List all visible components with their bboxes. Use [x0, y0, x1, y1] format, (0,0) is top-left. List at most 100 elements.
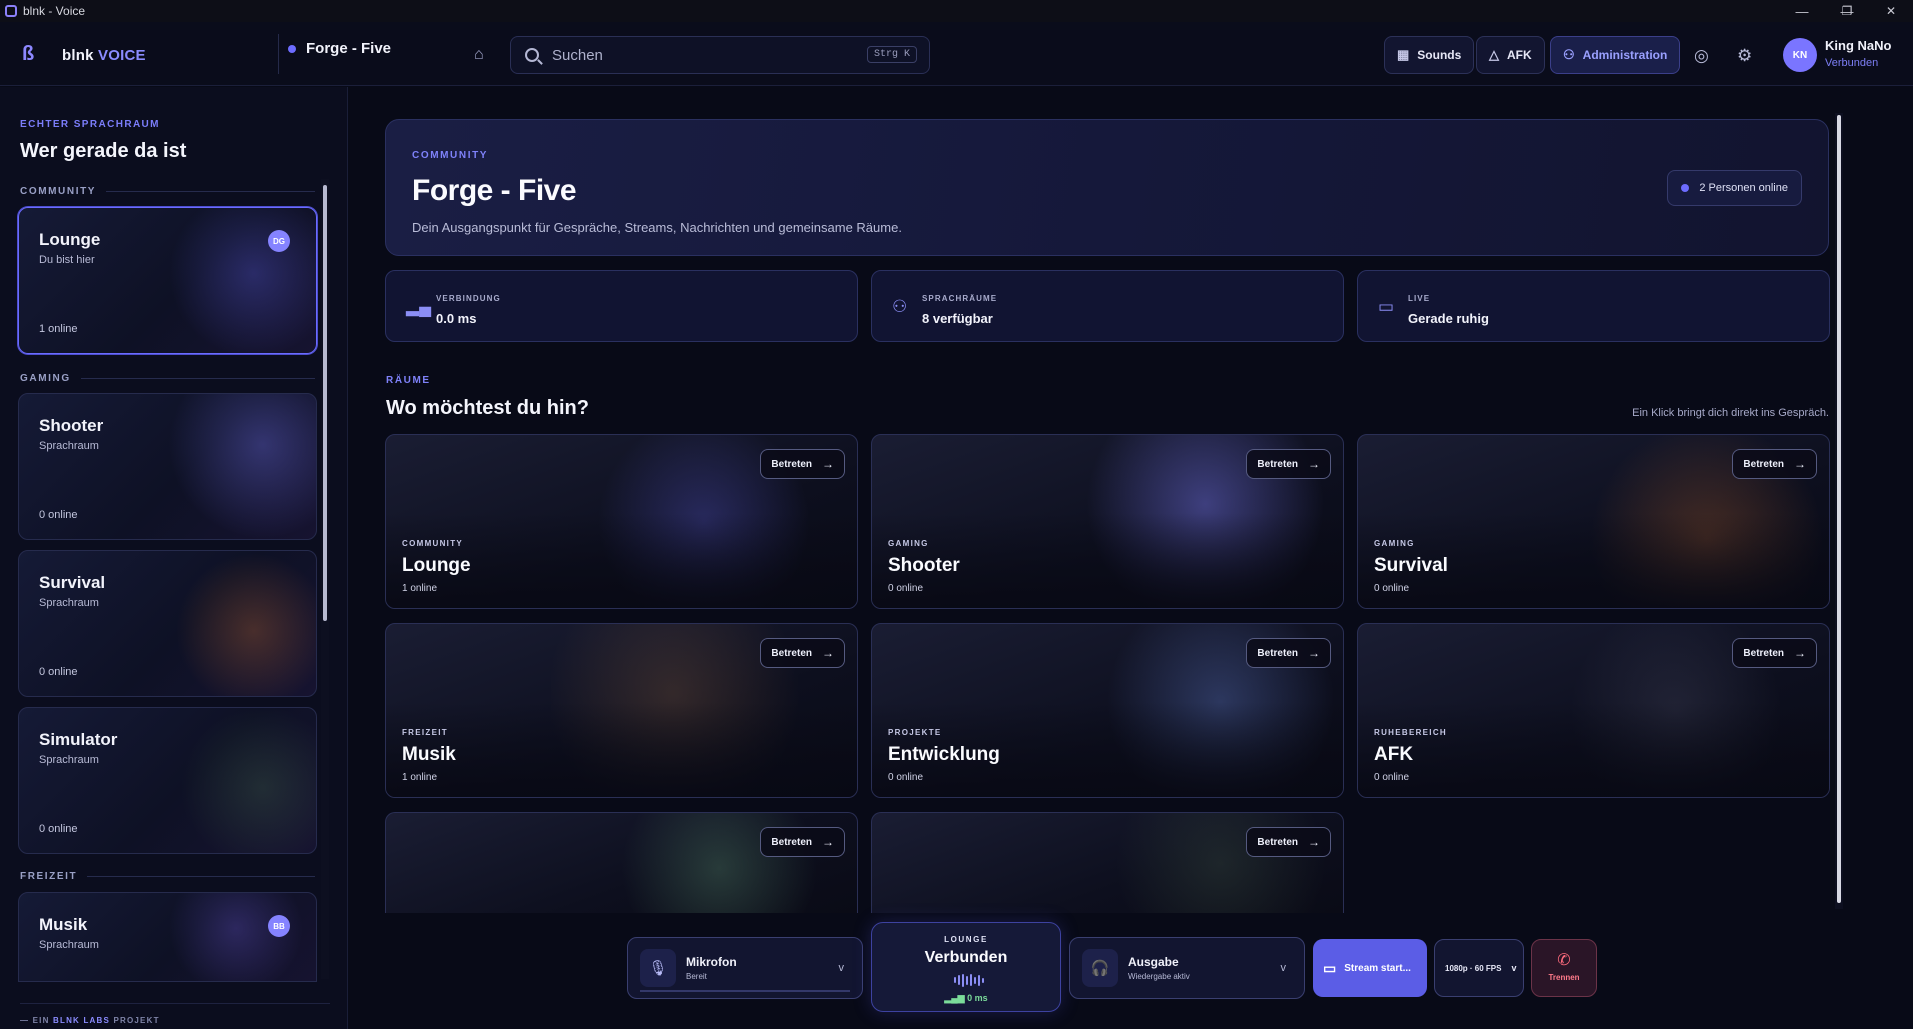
room-online-count: 0 online [39, 823, 78, 835]
room-online-count: 1 online [39, 323, 78, 335]
afk-button[interactable]: △ AFK [1476, 36, 1545, 74]
search-shortcut: Strg K [866, 46, 917, 63]
rooms-title: Wo möchtest du hin? [386, 397, 589, 419]
sidebar-room-survival[interactable]: Survival Sprachraum 0 online [18, 550, 317, 697]
room-card-survival[interactable]: Betreten → GAMING Survival 0 online [1357, 434, 1830, 609]
join-label: Betreten [1743, 647, 1784, 659]
main-scroll-thumb[interactable] [1837, 115, 1841, 903]
output-control[interactable]: 🎧 Ausgabe Wiedergabe aktiv v [1069, 937, 1305, 999]
window-title: blnk - Voice [23, 4, 86, 18]
room-category: RUHEBEREICH [1374, 728, 1447, 737]
minimize-button-alt[interactable]: — [1780, 0, 1824, 22]
monitor-icon: ▭ [1323, 959, 1337, 976]
arrow-right-icon: → [1794, 457, 1806, 471]
room-image [137, 708, 316, 853]
room-image [137, 893, 316, 981]
arrow-right-icon: → [1794, 646, 1806, 660]
administration-button[interactable]: ⚇ Administration [1550, 36, 1681, 74]
headphones-icon: 🎧 [1082, 949, 1118, 987]
join-button[interactable]: Betreten → [1732, 638, 1817, 668]
join-button[interactable]: Betreten → [1246, 827, 1331, 857]
search-input[interactable]: Suchen Strg K [510, 36, 930, 74]
divider [278, 34, 279, 74]
room-online-count: 0 online [888, 772, 924, 783]
chevron-down-icon[interactable]: v [839, 962, 845, 974]
join-button[interactable]: Betreten → [1246, 449, 1331, 479]
stat-label: VERBINDUNG [436, 294, 501, 303]
current-channel[interactable]: LOUNGE Verbunden ▂▄▆ 0 ms [871, 922, 1061, 1012]
rooms-kicker: RÄUME [386, 375, 431, 386]
room-subtitle: Sprachraum [39, 939, 99, 951]
maximize-button[interactable]: ❐ [1825, 0, 1869, 22]
stat-value: 8 verfügbar [922, 311, 993, 326]
room-subtitle: Sprachraum [39, 754, 99, 766]
sidebar-room-shooter[interactable]: Shooter Sprachraum 0 online [18, 393, 317, 540]
room-card-lounge[interactable]: Betreten → COMMUNITY Lounge 1 online [385, 434, 858, 609]
room-category: COMMUNITY [402, 539, 464, 548]
server-status-dot [288, 44, 296, 53]
disconnect-button[interactable]: ✆ Trennen [1531, 939, 1597, 997]
stat-live: ▭ LIVE Gerade ruhig [1357, 270, 1830, 342]
room-online-count: 0 online [39, 509, 78, 521]
room-category: GAMING [888, 539, 929, 548]
close-button[interactable]: ✕ [1869, 0, 1913, 22]
room-name: Shooter [888, 555, 960, 576]
join-button[interactable]: Betreten → [760, 449, 845, 479]
soundboard-icon: ▦ [1397, 47, 1410, 62]
window-titlebar: blnk - Voice — [0, 0, 1913, 22]
room-category: FREIZEIT [402, 728, 448, 737]
voice-wave-icon [954, 973, 984, 987]
room-card-partial-2[interactable]: Betreten → [871, 812, 1344, 913]
section-label: FREIZEIT [20, 871, 78, 882]
join-button[interactable]: Betreten → [1732, 449, 1817, 479]
stream-quality-select[interactable]: 1080p · 60 FPS v [1434, 939, 1524, 997]
chevron-down-icon[interactable]: v [1281, 962, 1287, 974]
sounds-label: Sounds [1417, 48, 1462, 62]
signal-icon: ▂▄▆ [944, 993, 968, 1003]
join-label: Betreten [1257, 458, 1298, 470]
microphone-control[interactable]: 🎙 Mikrofon Bereit v [627, 937, 863, 999]
server-name: Forge - Five [306, 40, 392, 57]
server-switcher[interactable]: Forge - Five [288, 40, 391, 57]
room-card-entwicklung[interactable]: Betreten → PROJEKTE Entwicklung 0 online [871, 623, 1344, 798]
gear-icon[interactable]: ⚙ [1737, 46, 1752, 66]
room-card-partial-1[interactable]: Betreten → [385, 812, 858, 913]
join-button[interactable]: Betreten → [760, 638, 845, 668]
room-name: Shooter [39, 416, 104, 435]
join-button[interactable]: Betreten → [760, 827, 845, 857]
sidebar-room-musik[interactable]: Musik Sprachraum BB [18, 892, 317, 982]
join-label: Betreten [1743, 458, 1784, 470]
join-button[interactable]: Betreten → [1246, 638, 1331, 668]
output-title: Ausgabe [1128, 955, 1179, 969]
room-card-shooter[interactable]: Betreten → GAMING Shooter 0 online [871, 434, 1344, 609]
room-online-count: 1 online [402, 772, 438, 783]
hero-description: Dein Ausgangspunkt für Gespräche, Stream… [412, 220, 902, 235]
channel-ping: ▂▄▆ 0 ms [872, 993, 1060, 1004]
room-name: Musik [39, 915, 88, 934]
home-icon[interactable]: ⌂ [474, 46, 484, 64]
administration-label: Administration [1582, 48, 1668, 62]
arrow-right-icon: → [822, 835, 834, 849]
sounds-button[interactable]: ▦ Sounds [1384, 36, 1475, 74]
room-image [137, 208, 316, 353]
join-label: Betreten [1257, 647, 1298, 659]
room-shade [1358, 701, 1829, 797]
sidebar-room-simulator[interactable]: Simulator Sprachraum 0 online [18, 707, 317, 854]
phone-hangup-icon: ✆ [1557, 952, 1571, 969]
start-stream-button[interactable]: ▭ Stream start... [1313, 939, 1427, 997]
avatar[interactable]: KN [1783, 38, 1817, 72]
online-pill: 2 Personen online [1667, 170, 1802, 206]
monitor-icon: ▭ [1378, 297, 1395, 316]
sidebar-kicker: ECHTER SPRACHRAUM [20, 119, 160, 130]
room-card-musik[interactable]: Betreten → FREIZEIT Musik 1 online [385, 623, 858, 798]
arrow-right-icon: → [1308, 646, 1320, 660]
room-name: Survival [39, 573, 106, 592]
sidebar-footer: — EIN BLNK LABS PROJEKT [20, 1003, 330, 1025]
hero-title: Forge - Five [412, 174, 577, 207]
sidebar-scroll-thumb[interactable] [323, 185, 327, 621]
sidebar-room-lounge[interactable]: Lounge Du bist hier 1 online DG [18, 207, 317, 354]
palette-icon[interactable]: ◎ [1694, 46, 1709, 66]
arrow-right-icon: → [1308, 457, 1320, 471]
room-card-afk[interactable]: Betreten → RUHEBEREICH AFK 0 online [1357, 623, 1830, 798]
hero-kicker: COMMUNITY [412, 150, 489, 161]
